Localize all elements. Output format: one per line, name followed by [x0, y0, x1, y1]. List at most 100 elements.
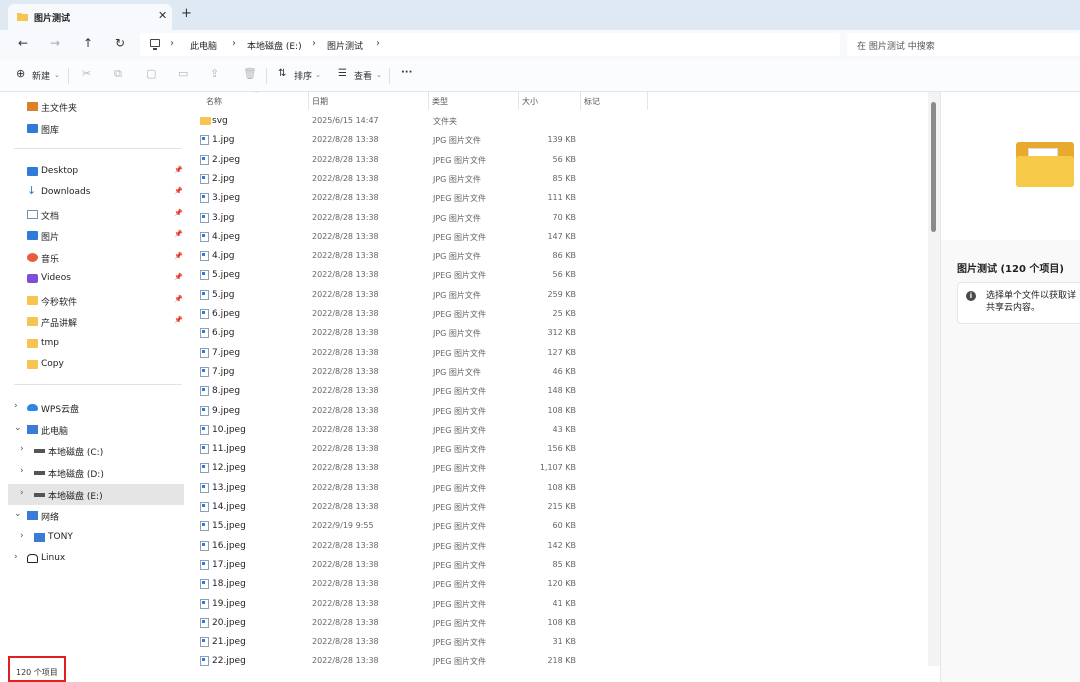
scrollbar-thumb[interactable] — [931, 102, 936, 232]
file-row[interactable]: 4.jpg 2022/8/28 13:38 JPG 图片文件 86 KB — [190, 247, 650, 266]
sidebar-item-copy[interactable]: Copy — [8, 354, 184, 375]
file-row[interactable]: 20.jpeg 2022/8/28 13:38 JPEG 图片文件 108 KB — [190, 614, 650, 633]
close-tab-icon[interactable]: ✕ — [158, 9, 167, 22]
file-row[interactable]: 21.jpeg 2022/8/28 13:38 JPEG 图片文件 31 KB — [190, 633, 650, 652]
chevron-right-icon[interactable]: › — [14, 401, 18, 411]
breadcrumb-this-pc[interactable]: 此电脑 — [190, 39, 217, 52]
file-row[interactable]: 16.jpeg 2022/8/28 13:38 JPEG 图片文件 142 KB — [190, 537, 650, 556]
sidebar-item-jinmiao[interactable]: 今秒软件 📌 — [8, 290, 184, 311]
file-row[interactable]: 13.jpeg 2022/8/28 13:38 JPEG 图片文件 108 KB — [190, 479, 650, 498]
chevron-down-icon[interactable]: ⌄ — [14, 423, 22, 433]
rename-icon[interactable]: ▭ — [178, 67, 188, 80]
file-row[interactable]: 11.jpeg 2022/8/28 13:38 JPEG 图片文件 156 KB — [190, 440, 650, 459]
file-row[interactable]: 5.jpg 2022/8/28 13:38 JPG 图片文件 259 KB — [190, 286, 650, 305]
sidebar-item-pictures[interactable]: 图片 📌 — [8, 225, 184, 246]
new-tab-button[interactable]: + — [181, 6, 192, 21]
file-row[interactable]: 18.jpeg 2022/8/28 13:38 JPEG 图片文件 120 KB — [190, 575, 650, 594]
column-divider[interactable] — [428, 92, 429, 110]
chevron-right-icon[interactable]: › — [20, 488, 24, 498]
sidebar-item-desktop[interactable]: Desktop 📌 — [8, 161, 184, 182]
copy-icon[interactable]: ⧉ — [114, 67, 122, 81]
sidebar-item-this-pc[interactable]: ⌄ 此电脑 — [8, 419, 184, 440]
sidebar-item-wps-cloud[interactable]: › WPS云盘 — [8, 397, 184, 418]
new-button[interactable]: 新建 — [32, 69, 50, 82]
sidebar-item-gallery[interactable]: 图库 — [8, 118, 184, 139]
chevron-down-icon[interactable]: ⌄ — [14, 509, 22, 519]
chevron-right-icon[interactable]: › — [20, 466, 24, 476]
view-button[interactable]: 查看 — [354, 69, 372, 82]
file-row[interactable]: 15.jpeg 2022/9/19 9:55 JPEG 图片文件 60 KB — [190, 517, 650, 536]
sidebar-item-home[interactable]: 主文件夹 — [8, 96, 184, 117]
breadcrumb-pictures-test[interactable]: 图片测试 — [327, 39, 363, 52]
more-options-button[interactable]: ··· — [401, 67, 412, 78]
file-row[interactable]: 6.jpg 2022/8/28 13:38 JPG 图片文件 312 KB — [190, 324, 650, 343]
file-row[interactable]: 2.jpg 2022/8/28 13:38 JPG 图片文件 85 KB — [190, 170, 650, 189]
back-button[interactable]: ← — [18, 36, 28, 50]
sidebar-item-product[interactable]: 产品讲解 📌 — [8, 311, 184, 332]
sidebar-item-drive-c[interactable]: › 本地磁盘 (C:) — [8, 440, 184, 461]
file-row[interactable]: 10.jpeg 2022/8/28 13:38 JPEG 图片文件 43 KB — [190, 421, 650, 440]
file-row[interactable]: 5.jpeg 2022/8/28 13:38 JPEG 图片文件 56 KB — [190, 266, 650, 285]
file-row[interactable]: 7.jpeg 2022/8/28 13:38 JPEG 图片文件 127 KB — [190, 344, 650, 363]
column-divider[interactable] — [580, 92, 581, 110]
sort-button[interactable]: 排序 — [294, 69, 312, 82]
pin-icon[interactable]: 📌 — [174, 273, 183, 281]
file-row[interactable]: 3.jpg 2022/8/28 13:38 JPG 图片文件 70 KB — [190, 209, 650, 228]
sidebar-item-tony[interactable]: › TONY — [8, 527, 184, 548]
share-icon[interactable]: ⇪ — [210, 67, 219, 80]
cut-icon[interactable]: ✂ — [82, 67, 91, 80]
sidebar-item-linux[interactable]: › Linux — [8, 548, 184, 569]
file-row[interactable]: 22.jpeg 2022/8/28 13:38 JPEG 图片文件 218 KB — [190, 652, 650, 666]
file-row[interactable]: 1.jpg 2022/8/28 13:38 JPG 图片文件 139 KB — [190, 131, 650, 150]
file-row[interactable]: 7.jpg 2022/8/28 13:38 JPG 图片文件 46 KB — [190, 363, 650, 382]
file-row[interactable]: 14.jpeg 2022/8/28 13:38 JPEG 图片文件 215 KB — [190, 498, 650, 517]
column-divider[interactable] — [518, 92, 519, 110]
up-button[interactable]: ↑ — [83, 36, 93, 50]
column-header-type[interactable]: 类型 — [432, 96, 448, 107]
sidebar-item-network[interactable]: ⌄ 网络 — [8, 505, 184, 526]
sidebar-item-tmp[interactable]: tmp — [8, 333, 184, 354]
search-input[interactable]: 在 图片测试 中搜索 — [847, 33, 1080, 56]
sidebar-item-drive-d[interactable]: › 本地磁盘 (D:) — [8, 462, 184, 483]
chevron-right-icon[interactable]: › — [20, 444, 24, 454]
file-row[interactable]: 9.jpeg 2022/8/28 13:38 JPEG 图片文件 108 KB — [190, 402, 650, 421]
pin-icon[interactable]: 📌 — [174, 316, 183, 324]
sidebar-item-videos[interactable]: Videos 📌 — [8, 268, 184, 289]
sidebar-item-downloads[interactable]: ↓ Downloads 📌 — [8, 182, 184, 203]
sidebar-item-music[interactable]: 音乐 📌 — [8, 247, 184, 268]
file-row[interactable]: 4.jpeg 2022/8/28 13:38 JPEG 图片文件 147 KB — [190, 228, 650, 247]
tab-pictures-test[interactable]: 图片测试 ✕ — [8, 4, 172, 30]
column-header-date[interactable]: 日期 — [312, 96, 328, 107]
delete-icon[interactable]: 🗑 — [243, 67, 257, 80]
file-row[interactable]: 2.jpeg 2022/8/28 13:38 JPEG 图片文件 56 KB — [190, 151, 650, 170]
address-box[interactable]: › 此电脑 › 本地磁盘 (E:) › 图片测试 › — [140, 33, 840, 56]
column-divider[interactable] — [308, 92, 309, 110]
pin-icon[interactable]: 📌 — [174, 187, 183, 195]
pin-icon[interactable]: 📌 — [174, 252, 183, 260]
chevron-right-icon[interactable]: › — [14, 552, 18, 562]
column-header-name[interactable]: 名称 — [206, 96, 222, 107]
forward-button[interactable]: → — [50, 36, 60, 50]
breadcrumb-drive-e[interactable]: 本地磁盘 (E:) — [247, 39, 302, 52]
column-header-size[interactable]: 大小 — [522, 96, 538, 107]
pin-icon[interactable]: 📌 — [174, 230, 183, 238]
refresh-button[interactable]: ↻ — [115, 36, 125, 50]
file-row[interactable]: 12.jpeg 2022/8/28 13:38 JPEG 图片文件 1,107 KB — [190, 459, 650, 478]
file-row[interactable]: svg 2025/6/15 14:47 文件夹 — [190, 112, 650, 131]
column-header-tag[interactable]: 标记 — [584, 96, 600, 107]
file-list-scrollbar[interactable] — [928, 92, 940, 666]
file-row[interactable]: 17.jpeg 2022/8/28 13:38 JPEG 图片文件 85 KB — [190, 556, 650, 575]
pin-icon[interactable]: 📌 — [174, 295, 183, 303]
file-row[interactable]: 8.jpeg 2022/8/28 13:38 JPEG 图片文件 148 KB — [190, 382, 650, 401]
chevron-right-icon[interactable]: › — [20, 531, 24, 541]
paste-icon[interactable]: ▢ — [146, 67, 156, 80]
sidebar-item-drive-e[interactable]: › 本地磁盘 (E:) — [8, 484, 184, 505]
file-type: JPEG 图片文件 — [433, 406, 486, 416]
column-divider[interactable] — [647, 92, 648, 110]
file-row[interactable]: 19.jpeg 2022/8/28 13:38 JPEG 图片文件 41 KB — [190, 595, 650, 614]
sidebar-item-documents[interactable]: 文档 📌 — [8, 204, 184, 225]
pin-icon[interactable]: 📌 — [174, 209, 183, 217]
file-row[interactable]: 3.jpeg 2022/8/28 13:38 JPEG 图片文件 111 KB — [190, 189, 650, 208]
pin-icon[interactable]: 📌 — [174, 166, 183, 174]
file-row[interactable]: 6.jpeg 2022/8/28 13:38 JPEG 图片文件 25 KB — [190, 305, 650, 324]
